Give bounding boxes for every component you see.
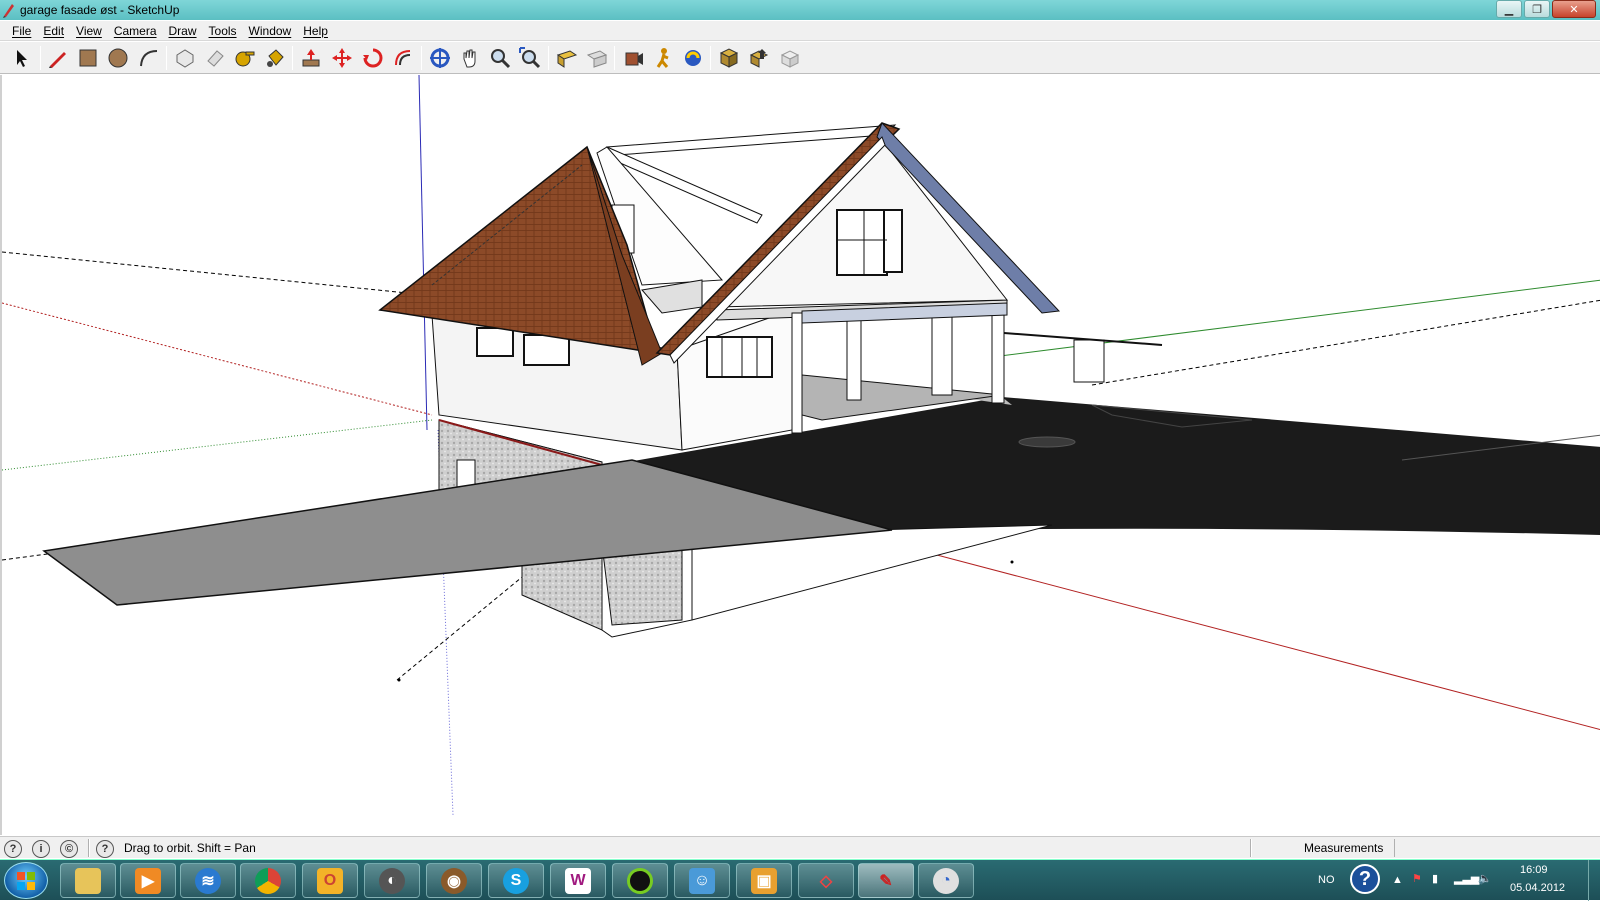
clock-date[interactable]: 05.04.2012	[1510, 882, 1565, 894]
scene-3d-model	[2, 75, 1600, 816]
show-hidden-icons[interactable]: ▲	[1392, 874, 1403, 886]
owl-icon: ◉	[441, 867, 467, 894]
show-desktop-button[interactable]	[1588, 860, 1600, 901]
network-signal-icon[interactable]: ▂▃▅	[1454, 872, 1479, 885]
blue-axis	[418, 75, 428, 431]
pan-icon[interactable]	[457, 45, 483, 71]
menu-file[interactable]: File	[6, 24, 37, 38]
components-icon[interactable]	[777, 45, 803, 71]
menu-view[interactable]: View	[70, 24, 108, 38]
pencil-line-tool-icon[interactable]	[45, 45, 71, 71]
measurements-label: Measurements	[1304, 841, 1384, 855]
zoom-icon[interactable]	[487, 45, 513, 71]
taskbar-outlook[interactable]: O	[302, 863, 358, 898]
taskbar-owl[interactable]: ◉	[426, 863, 482, 898]
credits-icon[interactable]: i	[32, 840, 50, 858]
status-message: Drag to orbit. Shift = Pan	[124, 841, 256, 855]
rotate-icon[interactable]	[360, 45, 386, 71]
taskbar-sketchup-3d[interactable]: ◇	[798, 863, 854, 898]
move-icon[interactable]	[329, 45, 355, 71]
taskbar-media-player[interactable]: ▶	[120, 863, 176, 898]
look-around-icon[interactable]	[680, 45, 706, 71]
arc-tool-icon[interactable]	[136, 45, 162, 71]
taskbar-photos[interactable]: ▣	[736, 863, 792, 898]
language-indicator[interactable]: NO	[1318, 874, 1335, 886]
minimize-button[interactable]: ▁	[1496, 0, 1522, 18]
rectangle-tool-icon[interactable]	[75, 45, 101, 71]
sketchup-app-icon	[2, 2, 16, 18]
red-axis-dotted	[2, 302, 433, 416]
taskbar-wifi[interactable]: ≋	[180, 863, 236, 898]
action-center-icon[interactable]: ⚑	[1412, 872, 1422, 885]
position-camera-icon[interactable]	[620, 45, 646, 71]
guide-dashed-1	[2, 251, 428, 296]
menu-tools[interactable]: Tools	[203, 24, 243, 38]
window-title: garage fasade øst - SketchUp	[20, 3, 180, 17]
status-bar: ? i © ? Drag to orbit. Shift = Pan Measu…	[0, 836, 1600, 858]
sketchup-icon: ✎	[879, 872, 893, 890]
circle-tool-icon[interactable]	[105, 45, 131, 71]
start-button[interactable]	[4, 862, 48, 899]
red-axis	[841, 529, 1600, 730]
windows-taskbar: ▶ ≋ O ◐ ◉ S W ☺ ▣ ◇ ✎ ◔ NO ? ▲ ⚑ ▮ ▂▃▅ 🔈…	[0, 859, 1600, 901]
menu-help[interactable]: Help	[297, 24, 334, 38]
media-player-icon: ▶	[135, 867, 161, 894]
menu-edit[interactable]: Edit	[37, 24, 70, 38]
taskbar-people[interactable]: ☺	[674, 863, 730, 898]
model-viewport[interactable]	[0, 75, 1600, 835]
clock-time[interactable]: 16:09	[1520, 864, 1548, 876]
taskbar-winamp[interactable]: ◐	[364, 863, 420, 898]
get-models-icon[interactable]	[716, 45, 742, 71]
power-icon[interactable]: ▮	[1432, 872, 1438, 885]
taskbar-paint[interactable]: ◔	[918, 863, 974, 898]
taskbar-explorer[interactable]	[60, 863, 116, 898]
eraser-icon[interactable]	[202, 45, 228, 71]
people-icon: ☺	[689, 867, 715, 894]
menu-bar: File Edit View Camera Draw Tools Window …	[0, 21, 1600, 41]
offset-icon[interactable]	[390, 45, 416, 71]
menu-draw[interactable]: Draw	[163, 24, 203, 38]
geo-location-icon[interactable]: ?	[4, 840, 22, 858]
volume-icon[interactable]: 🔈	[1478, 872, 1492, 885]
copyright-icon[interactable]: ©	[60, 840, 78, 858]
push-pull-icon[interactable]	[298, 45, 324, 71]
help-tray-icon[interactable]: ?	[1350, 864, 1380, 894]
wifi-icon: ≋	[195, 867, 221, 894]
menu-camera[interactable]: Camera	[108, 24, 163, 38]
window-titlebar: garage fasade øst - SketchUp ▁ ❐ ✕	[0, 0, 1600, 20]
skype-icon: S	[503, 867, 529, 894]
taskbar-chrome[interactable]	[240, 863, 296, 898]
circle-app-icon	[627, 867, 653, 894]
help-icon[interactable]: ?	[96, 840, 114, 858]
winamp-icon: ◐	[379, 867, 405, 894]
chrome-icon	[255, 867, 281, 894]
measurements-input[interactable]	[1394, 839, 1594, 857]
taskbar-skype[interactable]: S	[488, 863, 544, 898]
photos-icon: ▣	[751, 867, 777, 894]
maximize-button[interactable]: ❐	[1524, 0, 1550, 18]
folder-icon	[75, 867, 101, 894]
taskbar-circle-app[interactable]	[612, 863, 668, 898]
taskbar-w-app[interactable]: W	[550, 863, 606, 898]
share-model-icon[interactable]	[746, 45, 772, 71]
make-component-icon[interactable]	[172, 45, 198, 71]
3d-model-icon: ◇	[819, 872, 833, 890]
tape-measure-icon[interactable]	[232, 45, 258, 71]
paint-bucket-icon[interactable]	[262, 45, 288, 71]
previous-view-icon[interactable]	[554, 45, 580, 71]
main-toolbar	[0, 42, 1600, 74]
w-app-icon: W	[565, 867, 591, 894]
zoom-extents-icon[interactable]	[517, 45, 543, 71]
taskbar-sketchup[interactable]: ✎	[858, 863, 914, 898]
paint-palette-icon: ◔	[933, 867, 959, 894]
close-button[interactable]: ✕	[1552, 0, 1596, 18]
walk-icon[interactable]	[650, 45, 676, 71]
select-tool-icon[interactable]	[8, 45, 34, 71]
orbit-icon[interactable]	[427, 45, 453, 71]
system-tray: NO ? ▲ ⚑ ▮ ▂▃▅ 🔈 16:09 05.04.2012	[1300, 860, 1600, 901]
green-axis-dotted	[2, 419, 433, 471]
menu-window[interactable]: Window	[243, 24, 298, 38]
next-view-icon[interactable]	[584, 45, 610, 71]
outlook-icon: O	[317, 867, 343, 894]
